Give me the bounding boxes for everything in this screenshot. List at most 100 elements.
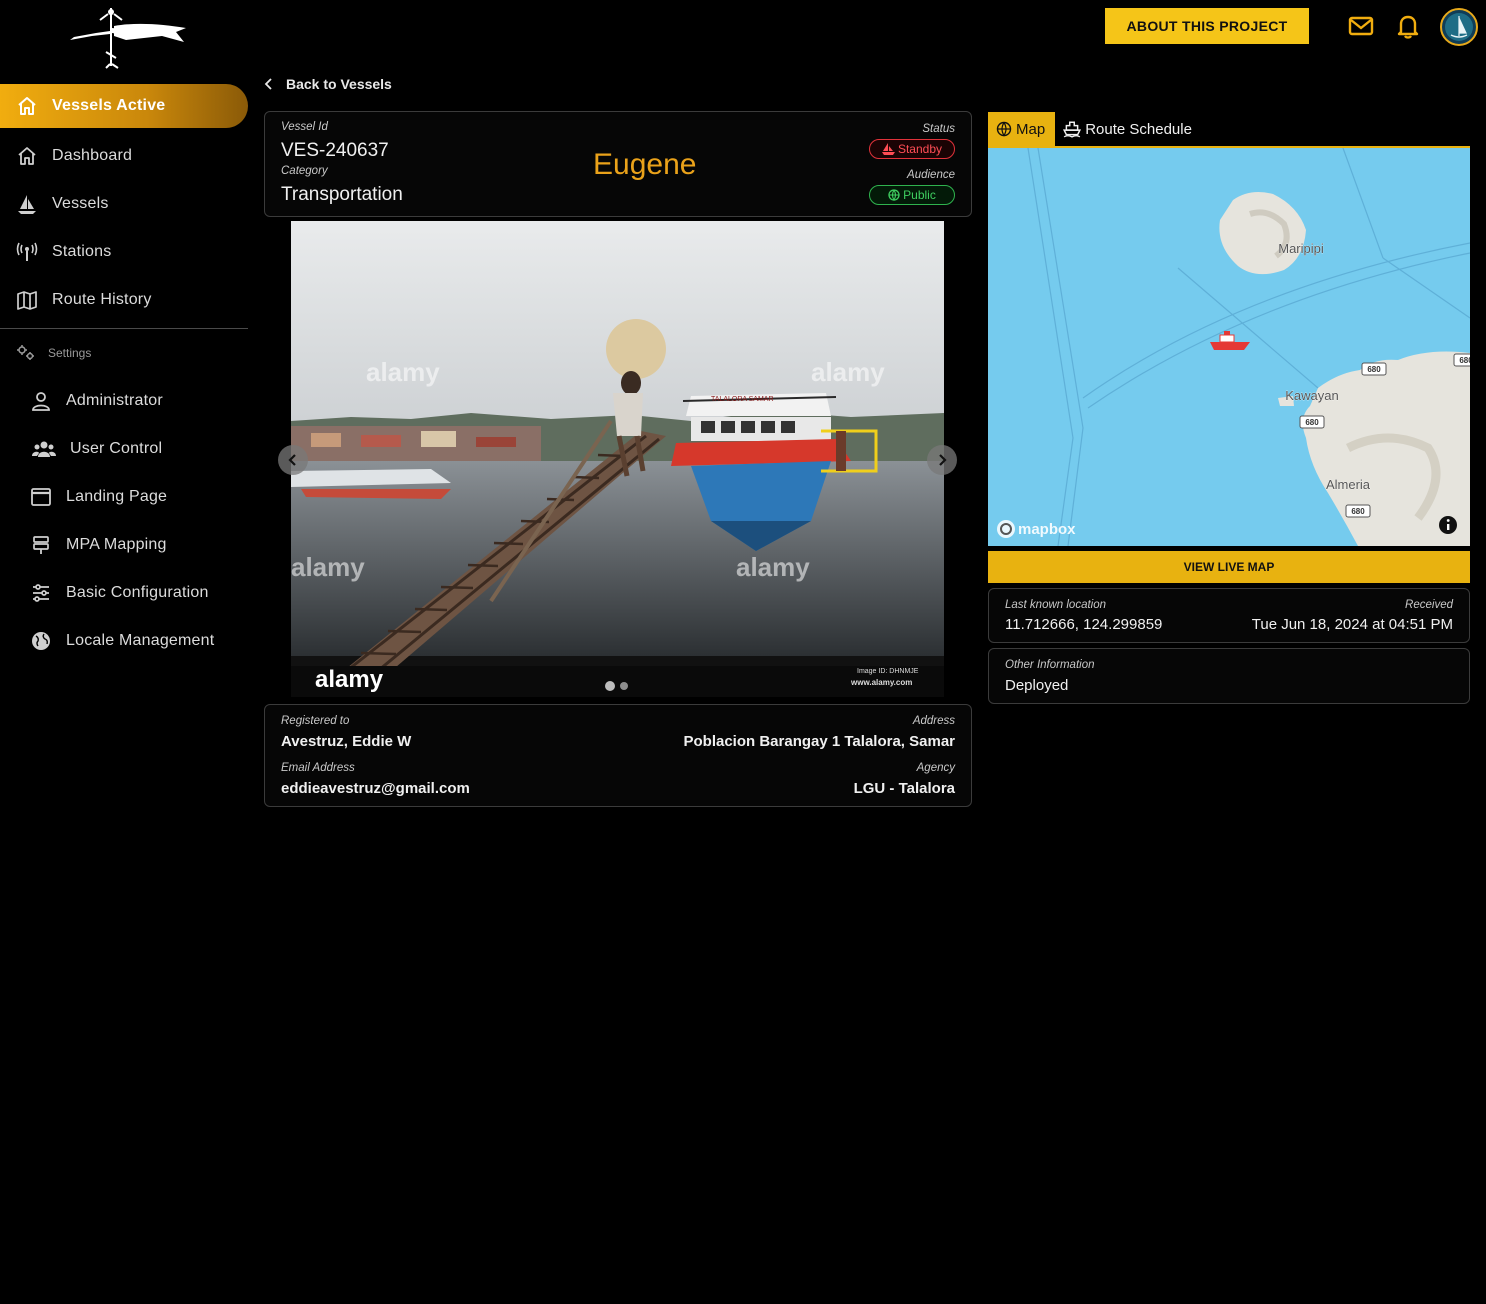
received-label: Received [1405,599,1453,611]
sidebar-item-label: MPA Mapping [66,536,167,553]
map-tabs: Map Route Schedule [988,112,1470,148]
road-shield: 680 [1351,507,1365,516]
owner-agency: LGU - Talalora [853,780,955,797]
sidebar-item-label: Route History [52,291,152,308]
sidebar-item-locale-management[interactable]: Locale Management [0,617,248,665]
audience-badge: Public [869,185,955,205]
place-label-kawayan: Kawayan [1285,388,1338,403]
alamy-logo: alamy [315,666,384,693]
sailboat-icon [16,193,38,215]
boat-sign: TALALORA SAMAR [711,396,774,403]
email-label: Email Address [281,762,355,774]
vessel-id: VES-240637 [281,140,389,161]
status-text: Standby [897,142,942,156]
info-icon[interactable] [1439,516,1457,534]
owner-address: Poblacion Barangay 1 Talalora, Samar [683,733,956,750]
globe-icon [30,630,52,652]
sliders-icon [30,582,52,604]
road-shield: 680 [1305,418,1319,427]
road-shield: 680 [1367,365,1381,374]
home-icon [16,145,38,167]
sidebar-item-label: Dashboard [52,147,133,164]
tab-label: Route Schedule [1085,120,1192,138]
window-icon [30,486,52,508]
avatar[interactable] [1440,8,1478,46]
watermark-text: alamy [366,357,440,387]
map-canvas: 680 680 680 680 Maripipi Kawayan Almeria… [988,148,1470,546]
bell-icon[interactable] [1394,12,1422,40]
sidebar-item-route-history[interactable]: Route History [0,276,248,324]
sidebar-item-administrator[interactable]: Administrator [0,377,248,425]
other-info-value: Deployed [1005,677,1069,694]
received-value: Tue Jun 18, 2024 at 04:51 PM [1251,616,1453,633]
back-label: Back to Vessels [286,76,392,92]
about-project-button[interactable]: ABOUT THIS PROJECT [1105,8,1309,44]
chevron-left-icon [264,78,272,90]
sidebar-item-vessels-active[interactable]: Vessels Active [0,84,248,128]
sidebar-item-label: Landing Page [66,488,168,505]
category-label: Category [281,165,328,177]
globe-icon [996,121,1012,137]
mapbox-text: mapbox [1018,521,1076,538]
registered-label: Registered to [281,715,350,727]
image-id-text: Image ID: DHNMJE [857,668,919,675]
tab-map[interactable]: Map [988,112,1056,146]
map-icon [16,289,38,311]
sidebar-item-label: Vessels [52,195,109,212]
users-icon [32,438,56,460]
owner-email: eddieavestruz@gmail.com [281,780,470,797]
tab-route-schedule[interactable]: Route Schedule [1055,112,1202,146]
sidebar-item-label: Locale Management [66,632,215,649]
logo [70,8,186,69]
globe-icon [888,189,900,201]
sidebar-item-label: Vessels Active [52,97,166,114]
vessel-map[interactable]: 680 680 680 680 Maripipi Kawayan Almeria… [988,148,1470,546]
registered-owner: Avestruz, Eddie W [281,733,412,750]
chevron-left-icon [288,454,296,466]
sidebar-item-stations[interactable]: Stations [0,228,248,276]
carousel-prev-button[interactable] [278,445,308,475]
vessel-photo: TALALORA SAMAR alamy alamy alamy alamy a… [291,221,944,697]
sidebar-item-user-control[interactable]: User Control [0,425,248,473]
carousel-dot[interactable] [620,682,628,690]
sidebar: Vessels Active Dashboard Vessels Station… [0,84,248,665]
back-to-vessels-link[interactable]: Back to Vessels [262,74,392,94]
mail-icon[interactable] [1347,12,1375,40]
antenna-icon [16,241,38,263]
other-info-card: Other Information Deployed [988,648,1470,704]
user-icon [30,390,52,412]
tab-label: Map [1016,120,1046,138]
carousel-dot-active[interactable] [605,681,615,691]
status-label: Status [922,123,955,135]
sidebar-item-landing-page[interactable]: Landing Page [0,473,248,521]
location-card: Last known location 11.712666, 124.29985… [988,588,1470,643]
watermark-text: alamy [736,552,810,582]
ship-icon [1063,121,1082,138]
sidebar-item-basic-configuration[interactable]: Basic Configuration [0,569,248,617]
sidebar-item-dashboard[interactable]: Dashboard [0,132,248,180]
vessel-photo-image: TALALORA SAMAR alamy alamy alamy alamy a… [291,221,944,697]
view-live-map-button[interactable]: VIEW LIVE MAP [988,551,1470,583]
vessel-summary-card: Vessel Id VES-240637 Category Transporta… [264,111,972,217]
vessel-category: Transportation [281,184,403,205]
watermark-text: alamy [811,357,885,387]
audience-label: Audience [907,169,955,181]
mapbox-logo: mapbox [997,520,1076,538]
sidebar-item-label: Stations [52,243,112,260]
carousel-next-button[interactable] [927,445,957,475]
vessel-name: Eugene [593,148,697,181]
sidebar-item-label: Basic Configuration [66,584,209,601]
sidebar-item-label: Administrator [66,392,163,409]
home-icon [16,95,38,117]
vessel-id-label: Vessel Id [281,121,328,133]
settings-label: Settings [48,346,92,360]
sidebar-item-vessels[interactable]: Vessels [0,180,248,228]
gears-icon [16,343,36,363]
sidebar-item-mpa-mapping[interactable]: MPA Mapping [0,521,248,569]
road-shield: 680 [1459,356,1470,365]
carousel-dots [605,681,628,691]
place-label-almeria: Almeria [1326,477,1371,492]
last-location-value: 11.712666, 124.299859 [1005,616,1163,633]
audience-text: Public [903,188,936,202]
chevron-right-icon [939,454,947,466]
